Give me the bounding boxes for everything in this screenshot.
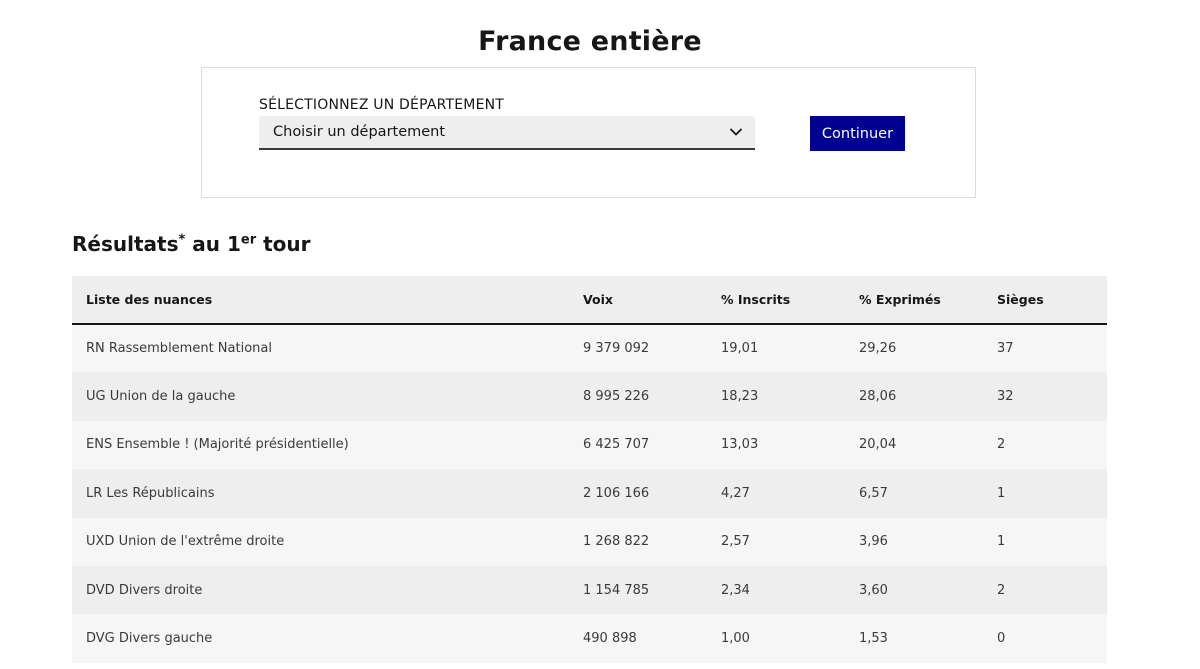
cell-exprimes: 6,57 (859, 485, 888, 501)
column-header-voix: Voix (569, 276, 707, 325)
table-row: UXD Union de l'extrême droite 1 268 822 … (72, 517, 1107, 566)
continue-button[interactable]: Continuer (810, 116, 905, 151)
cell-inscrits: 4,27 (721, 485, 750, 501)
cell-nuance: LR Les Républicains (86, 485, 215, 501)
cell-voix: 8 995 226 (583, 389, 650, 405)
cell-exprimes: 29,26 (859, 341, 897, 357)
results-heading: Résultats* au 1er tour (72, 232, 310, 256)
cell-inscrits: 13,03 (721, 437, 759, 453)
table-row: DVD Divers droite 1 154 785 2,34 3,60 2 (72, 565, 1107, 615)
cell-exprimes: 3,60 (859, 582, 888, 598)
table-row: LR Les Républicains 2 106 166 4,27 6,57 … (72, 469, 1107, 518)
cell-sieges: 37 (997, 341, 1014, 357)
cell-inscrits: 18,23 (721, 389, 759, 405)
cell-exprimes: 28,06 (859, 389, 897, 405)
column-header-exprimes: % Exprimés (845, 276, 983, 325)
cell-nuance: UG Union de la gauche (86, 389, 236, 405)
department-select-label: SÉLECTIONNEZ UN DÉPARTEMENT (259, 97, 505, 113)
cell-sieges: 1 (997, 534, 1006, 550)
cell-voix: 1 268 822 (583, 534, 650, 550)
cell-inscrits: 2,34 (721, 582, 750, 598)
cell-voix: 9 379 092 (583, 341, 650, 357)
table-row: ENS Ensemble ! (Majorité présidentielle)… (72, 420, 1107, 470)
cell-nuance: DVG Divers gauche (86, 631, 213, 647)
cell-sieges: 2 (997, 437, 1006, 453)
cell-exprimes: 20,04 (859, 437, 897, 453)
results-heading-ordinal: er (240, 232, 257, 248)
department-select[interactable]: Choisir un département (259, 116, 755, 150)
cell-inscrits: 19,01 (721, 341, 759, 357)
cell-voix: 6 425 707 (583, 437, 650, 453)
column-header-inscrits: % Inscrits (707, 276, 845, 325)
cell-nuance: UXD Union de l'extrême droite (86, 534, 285, 550)
column-header-nuances: Liste des nuances (72, 276, 569, 325)
table-row: UG Union de la gauche 8 995 226 18,23 28… (72, 372, 1107, 421)
cell-exprimes: 1,53 (859, 631, 888, 647)
cell-voix: 2 106 166 (583, 485, 650, 501)
table-row: RN Rassemblement National 9 379 092 19,0… (72, 324, 1107, 373)
cell-voix: 490 898 (583, 631, 637, 647)
column-header-sieges: Sièges (983, 276, 1107, 325)
cell-sieges: 0 (997, 631, 1006, 647)
cell-inscrits: 2,57 (721, 534, 750, 550)
table-header-row: Liste des nuances Voix % Inscrits % Expr… (72, 276, 1107, 325)
cell-exprimes: 3,96 (859, 534, 888, 550)
results-heading-middle: au 1 (185, 232, 241, 256)
cell-nuance: ENS Ensemble ! (Majorité présidentielle) (86, 437, 349, 453)
cell-inscrits: 1,00 (721, 631, 750, 647)
results-table: Liste des nuances Voix % Inscrits % Expr… (72, 276, 1107, 663)
cell-nuance: DVD Divers droite (86, 582, 203, 598)
table-row: DVG Divers gauche 490 898 1,00 1,53 0 (72, 614, 1107, 663)
department-select-value: Choisir un département (273, 124, 446, 140)
cell-voix: 1 154 785 (583, 582, 650, 598)
cell-sieges: 1 (997, 485, 1006, 501)
page-title: France entière (478, 26, 702, 57)
chevron-down-icon (730, 128, 742, 136)
results-heading-end: tour (256, 232, 311, 256)
cell-sieges: 2 (997, 582, 1006, 598)
cell-sieges: 32 (997, 389, 1014, 405)
department-selector-panel: SÉLECTIONNEZ UN DÉPARTEMENT Choisir un d… (201, 67, 976, 198)
cell-nuance: RN Rassemblement National (86, 341, 272, 357)
results-heading-main: Résultats (72, 232, 179, 256)
